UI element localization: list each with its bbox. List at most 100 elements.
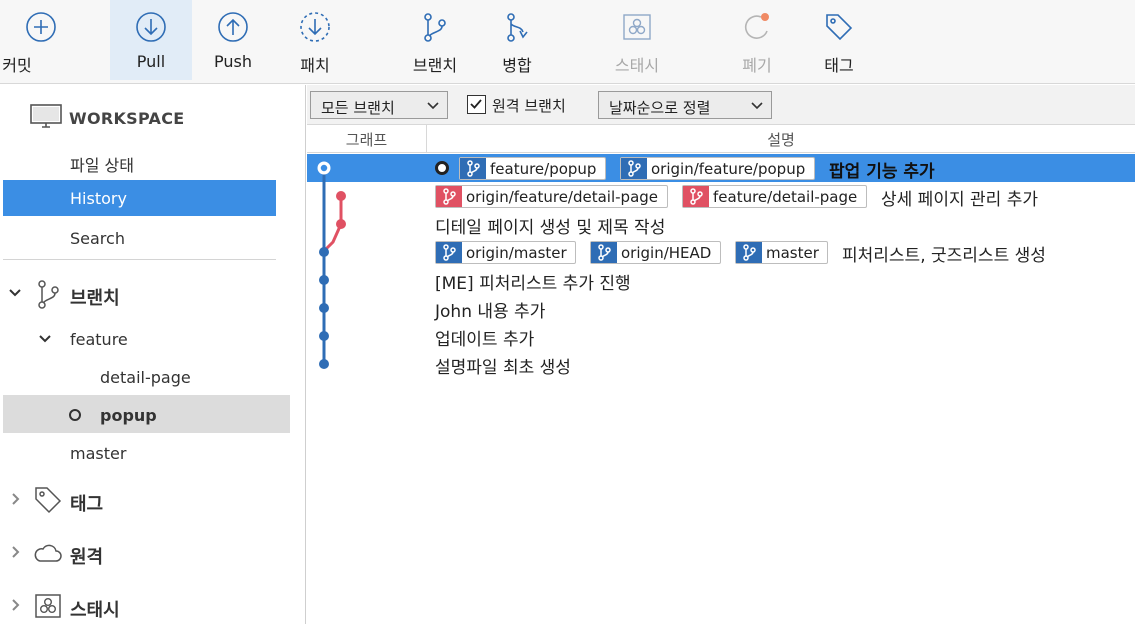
sidebar-item-search[interactable]: Search bbox=[3, 220, 276, 256]
sidebar-divider bbox=[3, 259, 276, 260]
git-branch-icon bbox=[621, 158, 647, 179]
git-branch-icon bbox=[736, 242, 762, 263]
commit-message: John 내용 추가 bbox=[435, 302, 546, 322]
merge-button[interactable]: 병합 bbox=[476, 0, 558, 80]
chevron-right-icon bbox=[12, 493, 20, 505]
commit-row[interactable]: 디테일 페이지 생성 및 제목 작성 bbox=[307, 210, 1135, 238]
commit-message: 설명파일 최초 생성 bbox=[435, 358, 571, 378]
merge-label: 병합 bbox=[502, 56, 532, 75]
chevron-down-icon bbox=[427, 102, 439, 110]
check-icon bbox=[470, 99, 482, 109]
plus-circle-icon bbox=[26, 12, 56, 42]
branch-label-tag[interactable]: origin/master bbox=[435, 241, 576, 264]
pull-button[interactable]: Pull bbox=[110, 0, 192, 80]
head-indicator-icon bbox=[435, 161, 449, 175]
branch-label-tag[interactable]: origin/feature/popup bbox=[620, 157, 815, 180]
detail-page-label: detail-page bbox=[100, 368, 191, 387]
description-column-label: 설명 bbox=[767, 131, 795, 149]
sidebar-section-remotes[interactable]: 원격 bbox=[0, 536, 300, 572]
fetch-circle-icon bbox=[300, 12, 330, 42]
branch-item-popup[interactable]: popup bbox=[3, 395, 290, 433]
git-branch-icon bbox=[38, 280, 59, 309]
stash-icon bbox=[623, 14, 651, 40]
commit-row[interactable]: John 내용 추가 bbox=[307, 294, 1135, 322]
branch-label-tag[interactable]: master bbox=[735, 241, 828, 264]
branch-label-text: origin/HEAD bbox=[621, 244, 712, 262]
push-label: Push bbox=[214, 52, 252, 71]
sidebar-item-history[interactable]: History bbox=[3, 180, 276, 216]
commit-message: 디테일 페이지 생성 및 제목 작성 bbox=[435, 218, 666, 238]
branch-item-detail-page[interactable]: detail-page bbox=[3, 359, 290, 395]
sidebar-section-stashes[interactable]: 스태시 bbox=[0, 589, 300, 624]
branch-label-tag[interactable]: origin/feature/detail-page bbox=[435, 185, 668, 208]
branch-label-text: origin/feature/detail-page bbox=[466, 188, 659, 206]
fetch-button[interactable]: 패치 bbox=[274, 0, 356, 80]
arrow-down-circle-icon bbox=[136, 12, 166, 42]
sort-order-dropdown[interactable]: 날짜순으로 정렬 bbox=[598, 91, 772, 119]
sidebar-section-branches[interactable]: 브랜치 bbox=[0, 277, 300, 313]
chevron-down-icon bbox=[751, 102, 763, 110]
tag-button[interactable]: 태그 bbox=[798, 0, 880, 80]
chevron-right-icon bbox=[12, 546, 20, 558]
discard-button[interactable]: 폐기 bbox=[716, 0, 798, 80]
git-branch-icon bbox=[436, 186, 462, 207]
head-commit-node-center bbox=[319, 163, 329, 173]
branch-label-text: origin/feature/popup bbox=[651, 160, 806, 178]
commit-row[interactable]: 설명파일 최초 생성 bbox=[307, 350, 1135, 378]
cloud-icon bbox=[34, 544, 62, 562]
commit-node bbox=[319, 359, 329, 369]
search-label: Search bbox=[70, 229, 125, 248]
branch-filter-dropdown[interactable]: 모든 브랜치 bbox=[310, 91, 448, 119]
git-branch-icon bbox=[460, 158, 486, 179]
git-branch-icon bbox=[424, 13, 446, 42]
sidebar-section-tags[interactable]: 태그 bbox=[0, 483, 300, 519]
graph-column-header[interactable]: 그래프 bbox=[307, 125, 427, 153]
graph-column-label: 그래프 bbox=[345, 131, 388, 149]
sourcetree-window: 커밋 Pull Push 패치 브랜치 병합 스태시 폐기 태그 WORKSPA… bbox=[0, 0, 1135, 624]
branch-label: 브랜치 bbox=[412, 56, 458, 75]
commit-row[interactable]: origin/master origin/HEAD master 피처리스트, 굿즈리… bbox=[307, 238, 1135, 266]
sort-order-value: 날짜순으로 정렬 bbox=[609, 99, 711, 117]
commit-button[interactable]: 커밋 bbox=[0, 0, 82, 80]
stash-button[interactable]: 스태시 bbox=[596, 0, 678, 80]
branch-label-tag[interactable]: feature/popup bbox=[459, 157, 606, 180]
git-merge-icon bbox=[507, 13, 528, 42]
push-button[interactable]: Push bbox=[192, 0, 274, 80]
commit-row[interactable]: origin/feature/detail-page feature/detail… bbox=[307, 182, 1135, 210]
commit-message: [ME] 피처리스트 추가 진행 bbox=[435, 274, 631, 294]
pull-label: Pull bbox=[136, 52, 166, 71]
description-column-header[interactable]: 설명 bbox=[427, 125, 1135, 153]
commit-row[interactable]: 업데이트 추가 bbox=[307, 322, 1135, 350]
sidebar: WORKSPACE 파일 상태 History Search 브랜치 featu… bbox=[0, 85, 306, 624]
current-branch-icon bbox=[69, 409, 81, 421]
commit-node bbox=[319, 331, 329, 341]
checkbox-box bbox=[467, 95, 486, 114]
git-branch-icon bbox=[683, 186, 709, 207]
commit-message: 피처리스트, 굿즈리스트 생성 bbox=[842, 246, 1046, 266]
git-branch-icon bbox=[591, 242, 617, 263]
branch-item-master[interactable]: master bbox=[3, 435, 290, 471]
branch-filter-value: 모든 브랜치 bbox=[321, 99, 395, 117]
chevron-down-icon bbox=[9, 289, 21, 297]
commit-row[interactable]: [ME] 피처리스트 추가 진행 bbox=[307, 266, 1135, 294]
fetch-label: 패치 bbox=[300, 56, 330, 75]
commit-row[interactable]: feature/popup origin/feature/popup 팝업 기능 추… bbox=[307, 154, 1135, 182]
branch-folder-feature[interactable]: feature bbox=[3, 321, 290, 357]
branch-label-tag[interactable]: feature/detail-page bbox=[682, 185, 867, 208]
sidebar-item-file-status[interactable]: 파일 상태 bbox=[3, 143, 276, 179]
master-label: master bbox=[70, 444, 127, 463]
discard-icon bbox=[744, 13, 769, 39]
commit-label: 커밋 bbox=[2, 56, 32, 75]
monitor-icon bbox=[30, 104, 62, 128]
stash-icon bbox=[35, 594, 61, 618]
commit-node bbox=[336, 191, 346, 201]
branch-button[interactable]: 브랜치 bbox=[394, 0, 476, 80]
commit-node bbox=[319, 303, 329, 313]
chevron-down-icon bbox=[39, 335, 51, 343]
commit-message: 팝업 기능 추가 bbox=[829, 162, 935, 182]
commit-message: 업데이트 추가 bbox=[435, 330, 535, 350]
branch-label-text: feature/detail-page bbox=[713, 188, 858, 206]
toolbar: 커밋 Pull Push 패치 브랜치 병합 스태시 폐기 태그 bbox=[0, 0, 1135, 84]
branch-label-tag[interactable]: origin/HEAD bbox=[590, 241, 721, 264]
git-branch-icon bbox=[436, 242, 462, 263]
